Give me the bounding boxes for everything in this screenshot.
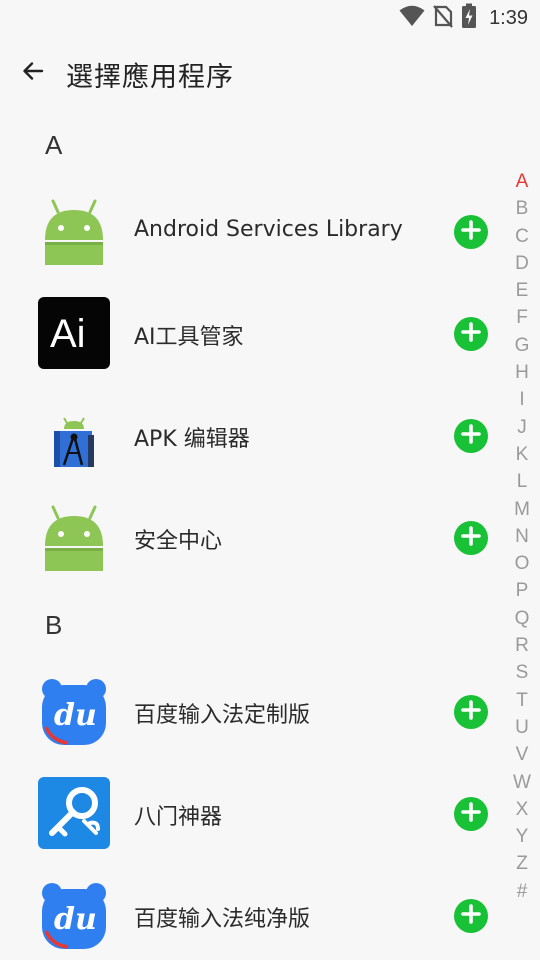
index-letter-s[interactable]: S xyxy=(508,659,536,686)
plus-circle-icon xyxy=(461,220,481,244)
index-letter-a[interactable]: A xyxy=(508,168,536,195)
back-button[interactable] xyxy=(14,54,52,92)
index-letter-m[interactable]: M xyxy=(508,496,536,523)
app-name: 百度输入法定制版 xyxy=(134,703,311,728)
index-letter-b[interactable]: B xyxy=(508,195,536,222)
app-row-baidu-input-custom[interactable]: du 百度输入法定制版 xyxy=(0,663,500,759)
baidu-logo-text: du xyxy=(54,698,97,733)
app-row-apk-editor[interactable]: APK 编辑器 xyxy=(0,387,500,483)
plus-circle-icon xyxy=(461,526,481,550)
app-row-baidu-input-pure[interactable]: du 百度输入法纯净版 xyxy=(0,867,500,960)
index-letter-t[interactable]: T xyxy=(508,687,536,714)
alphabet-index[interactable]: A B C D E F G H I J K L M N O P Q R S T U V W X Y Z # xyxy=(508,168,536,905)
index-letter-l[interactable]: L xyxy=(508,468,536,495)
add-button[interactable] xyxy=(454,419,488,453)
ai-logo-text: Ai xyxy=(50,312,86,356)
baidu-input-icon: du xyxy=(38,675,110,747)
index-letter-y[interactable]: Y xyxy=(508,823,536,850)
plus-circle-icon xyxy=(461,322,481,346)
apk-editor-icon xyxy=(38,399,110,471)
app-name: Android Services Library xyxy=(134,217,403,242)
index-letter-w[interactable]: W xyxy=(508,769,536,796)
ai-logo-icon: Ai xyxy=(38,297,110,369)
index-letter-k[interactable]: K xyxy=(508,441,536,468)
app-name: 百度输入法纯净版 xyxy=(134,907,311,932)
index-letter-f[interactable]: F xyxy=(508,304,536,331)
app-row-ai-tools[interactable]: Ai AI工具管家 xyxy=(0,285,500,381)
index-letter-o[interactable]: O xyxy=(508,550,536,577)
index-letter-h[interactable]: H xyxy=(508,359,536,386)
app-name: APK 编辑器 xyxy=(134,427,250,452)
add-button[interactable] xyxy=(454,899,488,933)
index-letter-e[interactable]: E xyxy=(508,277,536,304)
arrow-left-icon xyxy=(21,59,45,87)
index-letter-q[interactable]: Q xyxy=(508,605,536,632)
status-time: 1:39 xyxy=(489,6,528,29)
page-title: 選擇應用程序 xyxy=(66,62,234,93)
baidu-logo-text: du xyxy=(54,902,97,937)
plus-circle-icon xyxy=(461,424,481,448)
index-letter-hash[interactable]: # xyxy=(508,878,536,905)
app-row-bamen[interactable]: 八门神器 xyxy=(0,765,500,861)
no-sim-icon xyxy=(433,4,453,32)
index-letter-r[interactable]: R xyxy=(508,632,536,659)
add-button[interactable] xyxy=(454,521,488,555)
plus-circle-icon xyxy=(461,700,481,724)
index-letter-c[interactable]: C xyxy=(508,223,536,250)
section-header-b: B xyxy=(45,610,63,640)
app-bar: 選擇應用程序 xyxy=(0,36,540,108)
baidu-input-icon: du xyxy=(38,879,110,951)
add-button[interactable] xyxy=(454,695,488,729)
app-row-security-center[interactable]: 安全中心 xyxy=(0,489,500,585)
index-letter-p[interactable]: P xyxy=(508,577,536,604)
status-bar: 1:39 xyxy=(0,0,540,36)
index-letter-j[interactable]: J xyxy=(508,414,536,441)
plus-circle-icon xyxy=(461,802,481,826)
bamen-key-icon xyxy=(38,777,110,849)
add-button[interactable] xyxy=(454,797,488,831)
index-letter-x[interactable]: X xyxy=(508,796,536,823)
index-letter-g[interactable]: G xyxy=(508,332,536,359)
app-name: 安全中心 xyxy=(134,529,223,554)
app-name: 八门神器 xyxy=(134,805,223,830)
status-icons: 1:39 xyxy=(399,3,528,33)
android-icon xyxy=(38,501,110,573)
app-name: AI工具管家 xyxy=(134,325,244,350)
index-letter-u[interactable]: U xyxy=(508,714,536,741)
index-letter-i[interactable]: I xyxy=(508,386,536,413)
battery-charging-icon xyxy=(461,3,477,33)
index-letter-v[interactable]: V xyxy=(508,741,536,768)
index-letter-z[interactable]: Z xyxy=(508,850,536,877)
add-button[interactable] xyxy=(454,317,488,351)
app-row-android-services-library[interactable]: Android Services Library xyxy=(0,183,500,279)
wifi-icon xyxy=(399,5,425,31)
section-header-a: A xyxy=(45,130,63,160)
index-letter-d[interactable]: D xyxy=(508,250,536,277)
index-letter-n[interactable]: N xyxy=(508,523,536,550)
plus-circle-icon xyxy=(461,904,481,928)
add-button[interactable] xyxy=(454,215,488,249)
android-icon xyxy=(38,195,110,267)
